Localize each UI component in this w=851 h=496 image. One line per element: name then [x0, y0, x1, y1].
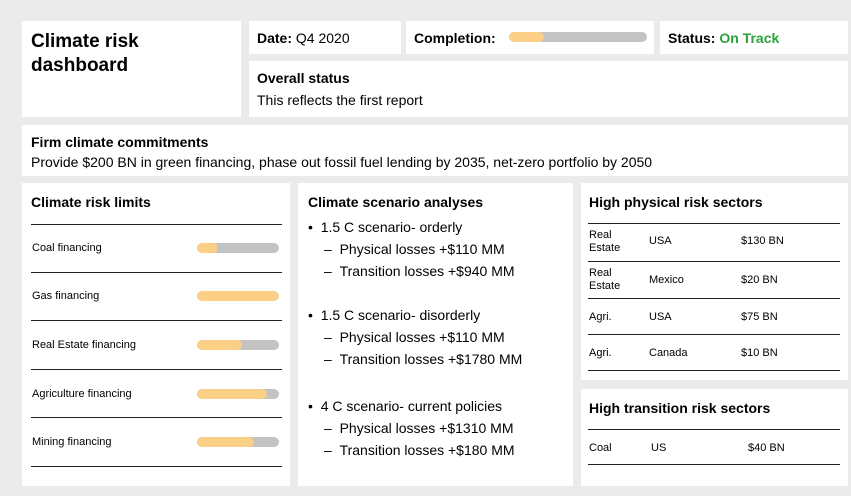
limit-progress-fill — [197, 243, 218, 253]
date-value: Q4 2020 — [295, 30, 350, 46]
status-label: Status: — [668, 30, 716, 46]
limit-label: Agriculture financing — [32, 388, 132, 400]
risk-limits-heading: Climate risk limits — [31, 194, 151, 210]
divider — [31, 369, 282, 370]
limit-progress-fill — [197, 340, 243, 350]
limit-label: Mining financing — [32, 436, 112, 448]
divider — [31, 417, 282, 418]
divider — [588, 298, 840, 299]
dash-icon: – — [324, 241, 332, 257]
scenario-detail: – Transition losses +$180 MM — [324, 442, 515, 458]
dash-icon: – — [324, 329, 332, 345]
scenario-detail-text: Physical losses +$1310 MM — [339, 420, 514, 436]
commitments-card: Firm climate commitments Provide $200 BN… — [22, 125, 848, 176]
scenario-detail: – Physical losses +$1310 MM — [324, 420, 514, 436]
risk-limits-card: Climate risk limits Coal financing Gas f… — [22, 183, 290, 486]
dash-icon: – — [324, 420, 332, 436]
status-field: Status: On Track — [668, 30, 779, 46]
limit-progress-bar — [197, 340, 279, 350]
scenario-item: • 1.5 C scenario- orderly — [308, 219, 462, 235]
sector-cell: Agri. — [589, 311, 612, 323]
completion-label: Completion: — [414, 30, 496, 46]
limit-label: Coal financing — [32, 242, 102, 254]
dash-icon: – — [324, 351, 332, 367]
transition-risk-heading: High transition risk sectors — [589, 400, 771, 416]
title-card: Climate risk dashboard — [22, 21, 241, 117]
divider — [588, 464, 840, 465]
value-cell: $130 BN — [741, 235, 784, 247]
completion-progress-fill — [509, 32, 544, 42]
overall-status-card: Overall status This reflects the first r… — [249, 61, 848, 117]
sector-cell: Real Estate — [589, 229, 621, 254]
scenario-item: • 1.5 C scenario- disorderly — [308, 307, 480, 323]
divider — [31, 466, 282, 467]
divider — [588, 223, 840, 224]
scenario-detail: – Transition losses +$1780 MM — [324, 351, 522, 367]
value-cell: $40 BN — [748, 442, 785, 454]
completion-card: Completion: — [406, 21, 654, 54]
divider — [31, 320, 282, 321]
value-cell: $10 BN — [741, 347, 778, 359]
scenario-detail: – Transition losses +$940 MM — [324, 263, 515, 279]
scenario-title: 4 C scenario- current policies — [320, 398, 502, 414]
completion-progress-bar — [509, 32, 647, 42]
limit-label: Gas financing — [32, 290, 100, 302]
commitments-text: Provide $200 BN in green financing, phas… — [31, 154, 653, 170]
scenario-detail-text: Transition losses +$1780 MM — [339, 351, 523, 367]
status-card: Status: On Track — [660, 21, 848, 54]
divider — [31, 272, 282, 273]
bullet-icon: • — [308, 307, 313, 323]
date-label: Date: — [257, 30, 293, 46]
status-badge: On Track — [719, 30, 780, 46]
scenario-detail-text: Transition losses +$940 MM — [339, 263, 515, 279]
limit-progress-bar — [197, 291, 279, 301]
commitments-heading: Firm climate commitments — [31, 134, 209, 150]
country-cell: USA — [649, 311, 672, 323]
country-cell: Mexico — [649, 274, 684, 286]
page-title: Climate risk dashboard — [31, 31, 139, 76]
transition-risk-card: High transition risk sectors Coal US $40… — [581, 389, 848, 486]
limit-progress-bar — [197, 243, 279, 253]
divider — [588, 370, 840, 371]
scenario-item: • 4 C scenario- current policies — [308, 398, 502, 414]
scenario-title: 1.5 C scenario- orderly — [320, 219, 463, 235]
scenario-detail: – Physical losses +$110 MM — [324, 241, 505, 257]
limit-label: Real Estate financing — [32, 339, 136, 351]
scenario-detail-text: Physical losses +$110 MM — [339, 241, 505, 257]
bullet-icon: • — [308, 398, 313, 414]
sector-cell: Agri. — [589, 347, 612, 359]
dash-icon: – — [324, 442, 332, 458]
scenario-analyses-card: Climate scenario analyses • 1.5 C scenar… — [298, 183, 573, 486]
date-card: Date: Q4 2020 — [249, 21, 401, 54]
limit-progress-fill — [197, 389, 267, 399]
overall-status-text: This reflects the first report — [257, 92, 423, 108]
date-field: Date: Q4 2020 — [257, 30, 350, 46]
country-cell: USA — [649, 235, 672, 247]
limit-progress-bar — [197, 437, 279, 447]
bullet-icon: • — [308, 219, 313, 235]
value-cell: $20 BN — [741, 274, 778, 286]
value-cell: $75 BN — [741, 311, 778, 323]
scenario-detail-text: Physical losses +$110 MM — [339, 329, 505, 345]
sector-cell: Coal — [589, 442, 612, 454]
country-cell: Canada — [649, 347, 688, 359]
divider — [588, 261, 840, 262]
limit-progress-fill — [197, 437, 255, 447]
sector-cell: Real Estate — [589, 267, 621, 292]
scenario-detail: – Physical losses +$110 MM — [324, 329, 505, 345]
physical-risk-heading: High physical risk sectors — [589, 194, 763, 210]
physical-risk-card: High physical risk sectors Real Estate U… — [581, 183, 848, 380]
divider — [31, 224, 282, 225]
scenario-detail-text: Transition losses +$180 MM — [339, 442, 515, 458]
limit-progress-fill — [197, 291, 279, 301]
divider — [588, 429, 840, 430]
country-cell: US — [651, 442, 667, 454]
dash-icon: – — [324, 263, 332, 279]
overall-status-heading: Overall status — [257, 70, 350, 86]
limit-progress-bar — [197, 389, 279, 399]
scenario-analyses-heading: Climate scenario analyses — [308, 194, 484, 210]
scenario-title: 1.5 C scenario- disorderly — [320, 307, 481, 323]
divider — [588, 334, 840, 335]
